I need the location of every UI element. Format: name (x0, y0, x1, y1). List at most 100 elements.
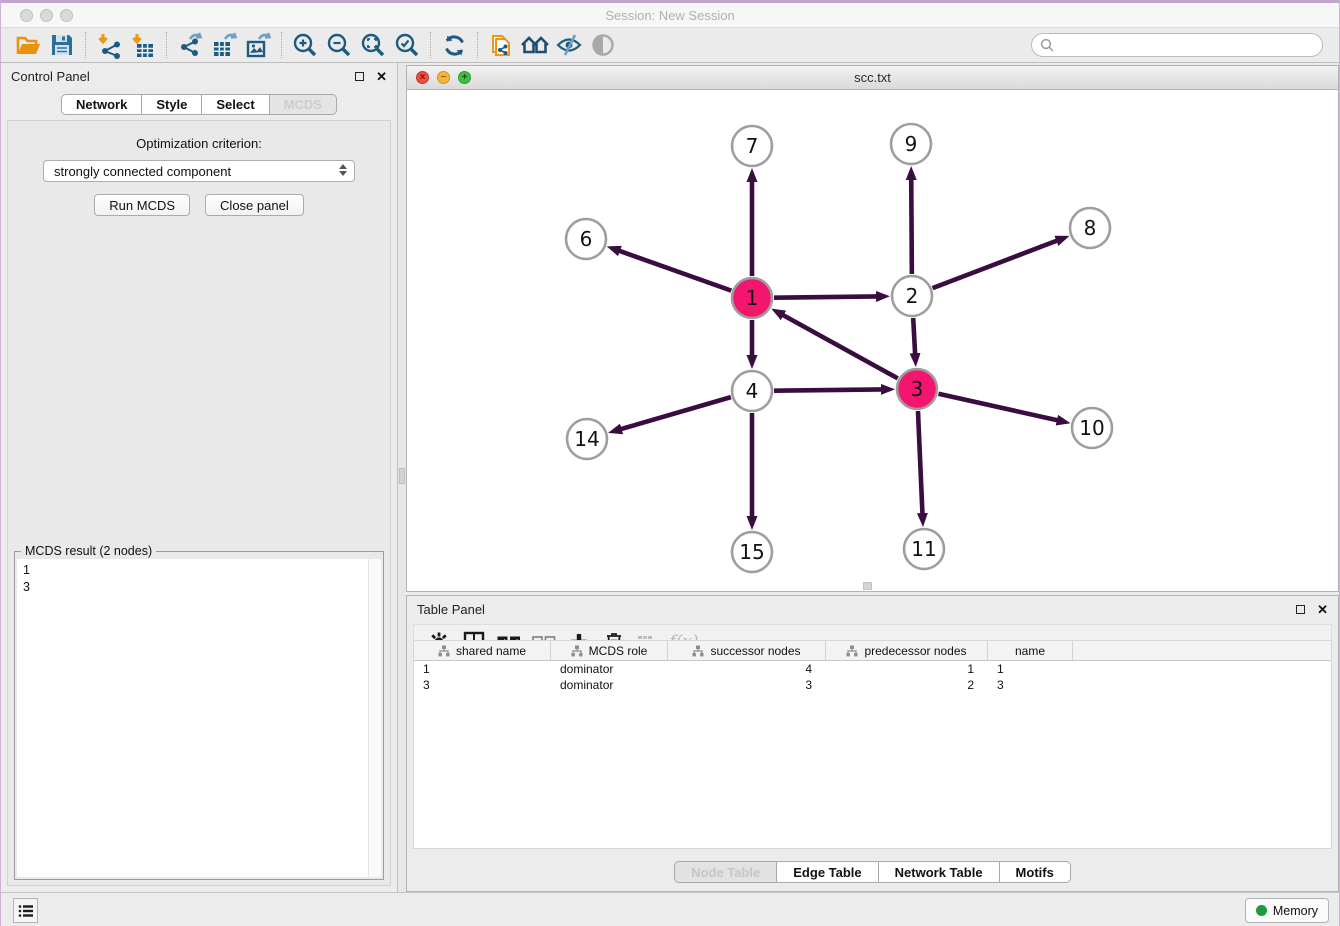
float-panel-icon[interactable] (355, 72, 364, 81)
memory-status-icon (1256, 905, 1267, 916)
table-cell[interactable]: 1 (988, 661, 1073, 677)
column-header-shared-name[interactable]: shared name (414, 641, 551, 660)
table-cell[interactable]: 2 (826, 677, 988, 693)
tab-node-table[interactable]: Node Table (674, 861, 777, 883)
zoom-selected-button[interactable] (390, 30, 424, 60)
column-label: name (1015, 644, 1045, 658)
memory-label: Memory (1273, 904, 1318, 918)
table-panel-title: Table Panel (417, 602, 1296, 617)
tab-mcds[interactable]: MCDS (270, 94, 337, 115)
graph-node-label-2: 2 (906, 284, 919, 308)
graph-edge-1-6[interactable] (619, 251, 731, 291)
tab-network-table[interactable]: Network Table (879, 861, 1000, 883)
eye-disabled-icon (589, 32, 617, 58)
tab-network[interactable]: Network (61, 94, 142, 115)
tab-motifs[interactable]: Motifs (1000, 861, 1071, 883)
graph-edge-3-1[interactable] (783, 315, 898, 378)
graph-edge-1-2[interactable] (774, 296, 877, 297)
zoom-selected-icon (394, 32, 421, 59)
table-cell[interactable]: 3 (988, 677, 1073, 693)
divider-grip-icon[interactable] (399, 468, 405, 484)
close-panel-button[interactable]: Close panel (205, 194, 304, 216)
show-task-history-button[interactable] (13, 898, 38, 923)
export-network-button[interactable] (173, 30, 207, 60)
graph-edge-2-8[interactable] (933, 240, 1058, 288)
zoom-out-button[interactable] (322, 30, 356, 60)
network-canvas[interactable]: 1234678910111415 (407, 90, 1338, 591)
table-close-icon[interactable]: ✕ (1317, 605, 1328, 614)
save-session-button[interactable] (45, 30, 79, 60)
column-type-icon (438, 645, 450, 657)
tab-select[interactable]: Select (202, 94, 269, 115)
zoom-out-icon (326, 32, 353, 59)
tab-edge-table[interactable]: Edge Table (777, 861, 878, 883)
mcds-result-textarea[interactable]: 1 3 (17, 559, 381, 877)
memory-button[interactable]: Memory (1245, 898, 1329, 923)
panel-divider[interactable] (398, 63, 406, 892)
table-cell[interactable]: 3 (668, 677, 826, 693)
network-view-window: × − + scc.txt 1234678910111415 (406, 65, 1339, 592)
graph-edge-2-9[interactable] (911, 179, 912, 274)
import-table-button[interactable] (126, 30, 160, 60)
search-input[interactable] (1059, 38, 1314, 52)
graph-node-label-15: 15 (739, 540, 764, 564)
clone-network-button[interactable] (484, 30, 518, 60)
open-session-button[interactable] (11, 30, 45, 60)
export-image-icon (245, 32, 272, 59)
import-network-button[interactable] (92, 30, 126, 60)
zoom-fit-icon (360, 32, 387, 59)
column-header-successor-nodes[interactable]: successor nodes (668, 641, 826, 660)
table-cell[interactable]: 1 (826, 661, 988, 677)
graph-node-label-6: 6 (580, 227, 593, 251)
export-table-icon (211, 32, 238, 59)
search-field[interactable] (1031, 33, 1323, 57)
table-header-row: shared nameMCDS role successor nodes prede… (414, 641, 1331, 661)
graph-edge-4-3[interactable] (774, 389, 882, 390)
import-table-icon (130, 32, 157, 59)
zoom-in-button[interactable] (288, 30, 322, 60)
mcds-panel: Optimization criterion: strongly connect… (7, 120, 391, 886)
refresh-icon (441, 32, 468, 59)
close-panel-icon[interactable]: ✕ (376, 72, 387, 81)
zoom-in-icon (292, 32, 319, 59)
graph-edge-3-10[interactable] (938, 394, 1057, 421)
graph-edge-4-14[interactable] (621, 397, 731, 429)
eye-slash-icon (555, 32, 583, 58)
result-scrollbar[interactable] (368, 559, 381, 877)
status-bar: Memory (1, 892, 1339, 926)
graph-node-label-1: 1 (746, 286, 759, 310)
export-network-icon (177, 32, 204, 59)
graph-edge-3-11[interactable] (918, 411, 923, 514)
canvas-scrollbar-thumb[interactable] (863, 582, 872, 590)
graph-node-label-9: 9 (905, 132, 918, 156)
search-icon (1040, 38, 1054, 52)
run-mcds-button[interactable]: Run MCDS (94, 194, 190, 216)
table-cell[interactable]: dominator (551, 661, 668, 677)
column-header-MCDS-role[interactable]: MCDS role (551, 641, 668, 660)
table-cell[interactable]: 1 (414, 661, 551, 677)
graph-node-label-11: 11 (911, 537, 936, 561)
hide-selected-button[interactable] (552, 30, 586, 60)
column-header-name[interactable]: name (988, 641, 1073, 660)
show-all-button[interactable] (586, 30, 620, 60)
table-row[interactable]: 1dominator411 (414, 661, 1331, 677)
export-image-button[interactable] (241, 30, 275, 60)
zoom-fit-button[interactable] (356, 30, 390, 60)
toolbar-separator (85, 32, 86, 58)
table-tabs: Node Table Edge Table Network Table Moti… (674, 861, 1071, 883)
table-cell[interactable]: 4 (668, 661, 826, 677)
table-row[interactable]: 3dominator323 (414, 677, 1331, 693)
table-float-icon[interactable] (1296, 605, 1305, 614)
column-header-predecessor-nodes[interactable]: predecessor nodes (826, 641, 988, 660)
graph-edge-2-3[interactable] (913, 318, 915, 354)
mcds-result-lines: 1 3 (17, 559, 381, 599)
criterion-dropdown[interactable]: strongly connected component (43, 160, 355, 182)
table-cell[interactable]: 3 (414, 677, 551, 693)
houses-icon (520, 32, 550, 58)
apply-layout-button[interactable] (437, 30, 471, 60)
first-neighbors-button[interactable] (518, 30, 552, 60)
tab-style[interactable]: Style (142, 94, 202, 115)
column-label: successor nodes (710, 644, 800, 658)
table-cell[interactable]: dominator (551, 677, 668, 693)
export-table-button[interactable] (207, 30, 241, 60)
